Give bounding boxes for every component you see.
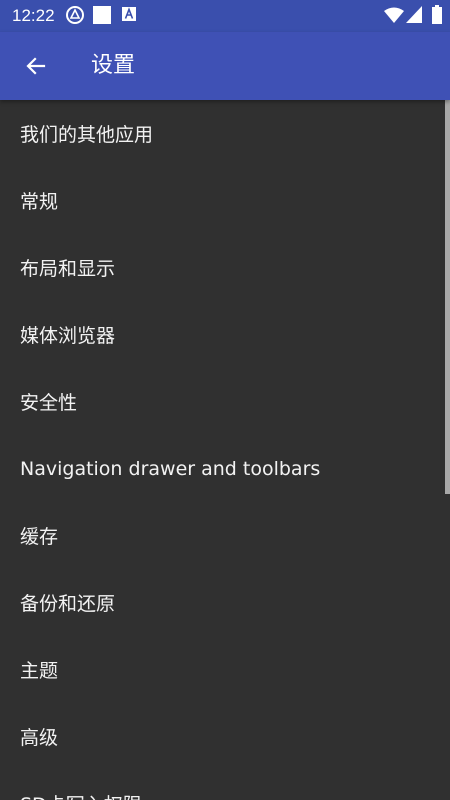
- settings-item-label: 备份和还原: [20, 593, 116, 615]
- scrollbar-thumb[interactable]: [445, 100, 450, 494]
- app-notification-icon: [66, 6, 84, 24]
- settings-item-label: Navigation drawer and toolbars: [20, 457, 321, 480]
- battery-icon: [432, 5, 442, 24]
- settings-screen: 12:22 设置 我们的其他应用 常规 布局和显示 媒体浏览器 安全性 Navi…: [0, 0, 450, 800]
- settings-item-label: 高级: [20, 727, 59, 749]
- app-bar: 设置: [0, 32, 450, 100]
- settings-item-theme[interactable]: 主题: [0, 636, 445, 703]
- settings-item-backup-restore[interactable]: 备份和还原: [0, 569, 445, 636]
- settings-item-navigation-drawer[interactable]: Navigation drawer and toolbars: [0, 435, 445, 502]
- signal-icon: [406, 6, 422, 23]
- settings-list: 我们的其他应用 常规 布局和显示 媒体浏览器 安全性 Navigation dr…: [0, 100, 445, 800]
- a-badge-icon: [122, 7, 136, 21]
- settings-item-label: 主题: [20, 660, 59, 682]
- wifi-icon: [384, 7, 404, 23]
- page-title: 设置: [91, 53, 136, 78]
- status-bar: 12:22: [0, 0, 450, 32]
- settings-item-other-apps[interactable]: 我们的其他应用: [0, 100, 445, 167]
- settings-item-label: SD卡写入权限: [20, 790, 142, 800]
- settings-item-cache[interactable]: 缓存: [0, 502, 445, 569]
- settings-item-label: 缓存: [20, 526, 59, 548]
- arrow-left-icon: [26, 57, 46, 75]
- settings-item-label: 常规: [20, 191, 59, 213]
- settings-item-label: 我们的其他应用: [20, 124, 154, 146]
- settings-item-label: 安全性: [20, 392, 78, 414]
- settings-item-advanced[interactable]: 高级: [0, 703, 445, 770]
- settings-item-media-browser[interactable]: 媒体浏览器: [0, 301, 445, 368]
- back-button[interactable]: [16, 46, 56, 86]
- settings-item-general[interactable]: 常规: [0, 167, 445, 234]
- settings-item-label: 布局和显示: [20, 258, 116, 280]
- white-square-icon: [93, 6, 111, 24]
- settings-item-sd-card[interactable]: SD卡写入权限: [0, 770, 445, 800]
- settings-item-layout-display[interactable]: 布局和显示: [0, 234, 445, 301]
- status-time: 12:22: [12, 6, 55, 25]
- settings-item-security[interactable]: 安全性: [0, 368, 445, 435]
- settings-item-label: 媒体浏览器: [20, 325, 116, 347]
